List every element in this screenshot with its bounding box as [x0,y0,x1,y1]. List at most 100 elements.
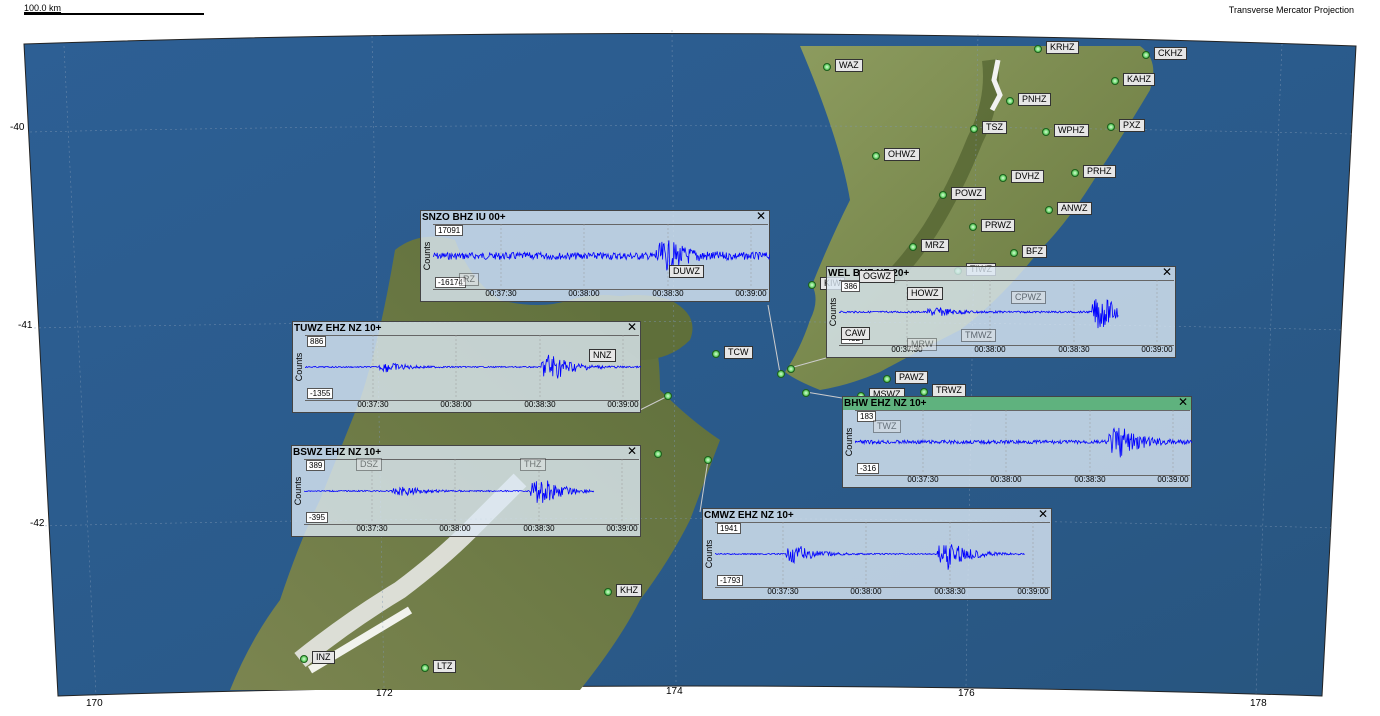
station-icon [1142,51,1150,59]
y-axis-label: Counts [293,476,303,506]
station-label: KHZ [616,584,642,597]
station-icon [1071,169,1079,177]
close-icon[interactable]: ✕ [1038,508,1048,521]
station-icon [808,281,816,289]
close-icon[interactable]: ✕ [1162,266,1172,279]
station-label: TCW [724,346,753,359]
station-icon [823,63,831,71]
time-tick: 00:39:00 [735,289,767,298]
station-label: WAZ [835,59,863,72]
station-label: DUWZ [669,265,704,278]
station-label: CPWZ [1011,291,1046,304]
station-label: TMWZ [961,329,996,342]
time-tick: 00:39:00 [1017,587,1049,596]
station-label: PNHZ [1018,93,1051,106]
waveform-title: TUWZ EHZ NZ 10+ [294,323,382,334]
station-label: PAWZ [895,371,928,384]
close-icon[interactable]: ✕ [756,210,766,223]
station-label: NNZ [589,349,616,362]
station-label: WPHZ [1054,124,1089,137]
close-icon[interactable]: ✕ [1178,396,1188,409]
waveform-trace [304,459,623,523]
ocean [23,32,1357,697]
station-icon [777,370,785,378]
station-icon [704,456,712,464]
time-tick: 00:38:30 [1074,475,1106,484]
scale-bar: 100.0 km [24,3,204,15]
lon-label: 174 [666,686,683,697]
station-icon [654,450,662,458]
lon-label: 172 [376,688,393,699]
time-tick: 00:38:00 [850,587,882,596]
station-icon [969,223,977,231]
station-icon [999,174,1007,182]
waveform-panel[interactable]: TUWZ EHZ NZ 10+ ✕ Counts 886 -1355 00:37… [292,321,641,413]
waveform-panel[interactable]: WEL BHZ NZ 20+ ✕ Counts 386 -432 00:37:3… [826,266,1176,358]
station-icon [1034,45,1042,53]
waveform-trace [855,410,1192,474]
time-tick: 00:38:30 [934,587,966,596]
station-label: LTZ [433,660,457,673]
time-tick: 00:38:30 [524,400,556,409]
time-tick: 00:38:30 [523,524,555,533]
station-label: DVHZ [1011,170,1044,183]
time-tick: 00:38:00 [439,524,471,533]
waveform-title: SNZO BHZ IU 00+ [422,212,506,223]
station-label: KAHZ [1123,73,1156,86]
station-label: OHWZ [884,148,920,161]
waveform-trace [839,280,1158,344]
projection-label: Transverse Mercator Projection [1228,5,1354,15]
waveform-title: BHW EHZ NZ 10+ [844,398,927,409]
station-label: PRWZ [981,219,1016,232]
station-icon [883,375,891,383]
seismogram-line [855,427,1192,458]
waveform-panel[interactable]: BSWZ EHZ NZ 10+ ✕ Counts 389 -395 00:37:… [291,445,641,537]
y-min-value: -1793 [717,575,744,586]
station-label: CKHZ [1154,47,1187,60]
lon-label: 170 [86,698,103,709]
time-tick: 00:38:30 [1058,345,1090,354]
station-icon [1006,97,1014,105]
station-label: MRW [907,338,938,351]
station-icon [872,152,880,160]
station-label: CAW [841,327,870,340]
station-icon [664,392,672,400]
waveform-panel[interactable]: BHW EHZ NZ 10+ ✕ Counts 183 -316 00:37:3… [842,396,1192,488]
y-min-value: -1355 [307,388,334,399]
waveform-trace [433,224,770,288]
time-tick: 00:37:30 [907,475,939,484]
map-canvas[interactable] [0,0,1380,716]
station-icon [1107,123,1115,131]
station-icon [712,350,720,358]
station-label: BFZ [1022,245,1047,258]
station-label: TSZ [982,121,1007,134]
time-tick: 00:39:00 [1141,345,1173,354]
seismogram-line [839,299,1119,329]
lat-label: -42 [30,518,45,529]
seismogram-line [433,240,770,272]
close-icon[interactable]: ✕ [627,445,637,458]
station-icon [787,365,795,373]
waveform-title: CMWZ EHZ NZ 10+ [704,510,794,521]
seismogram-line [715,544,1025,570]
station-label: PRHZ [1083,165,1116,178]
station-icon [939,191,947,199]
y-max-value: 389 [306,460,326,471]
y-max-value: 17091 [435,225,464,236]
y-axis-label: Counts [294,352,304,382]
station-label: THZ [520,458,546,471]
station-label: MRZ [921,239,949,252]
station-label: KRHZ [1046,41,1079,54]
y-max-value: 1941 [717,523,741,534]
waveform-trace [305,335,641,399]
station-icon [970,125,978,133]
time-tick: 00:37:30 [356,524,388,533]
station-label: RZ [459,273,479,286]
y-axis-label: Counts [704,539,714,569]
waveform-panel[interactable]: SNZO BHZ IU 00+ ✕ Counts 17091 -16174 00… [420,210,770,302]
close-icon[interactable]: ✕ [627,321,637,334]
station-label: PXZ [1119,119,1145,132]
waveform-panel[interactable]: CMWZ EHZ NZ 10+ ✕ Counts 1941 -1793 00:3… [702,508,1052,600]
time-tick: 00:38:00 [974,345,1006,354]
y-axis-label: Counts [844,427,854,457]
